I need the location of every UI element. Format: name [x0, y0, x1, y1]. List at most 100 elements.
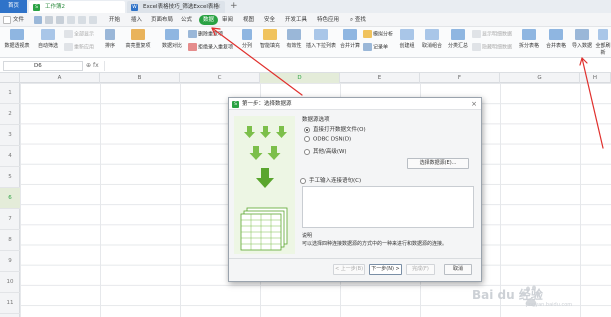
column-header-d[interactable]: D	[260, 73, 340, 83]
menu-formula[interactable]: 公式	[181, 13, 192, 27]
consolidate-button[interactable]: 合并计算	[337, 29, 363, 49]
row-header-3[interactable]: 3	[0, 125, 20, 146]
new-tab-button[interactable]: +	[230, 0, 238, 13]
row-header-5[interactable]: 5	[0, 167, 20, 188]
autofilter-button[interactable]: 自动筛选	[34, 29, 62, 49]
radio-manual-connection[interactable]	[300, 177, 306, 184]
menu-special[interactable]: 特色应用	[317, 13, 339, 27]
split-column-button[interactable]: 分列	[238, 29, 256, 49]
subtotal-label: 分类汇总	[447, 43, 468, 49]
column-header-c[interactable]: C	[180, 73, 260, 83]
search-box[interactable]: ⌕ 查找	[350, 13, 366, 27]
fill-label: 智能填充	[259, 43, 280, 49]
option-odbc[interactable]: ODBC DSN(D)	[304, 136, 351, 143]
hide-detail-label: 隐藏明细数据	[482, 44, 513, 51]
subtotal-button[interactable]: 分类汇总	[445, 29, 471, 49]
dialog-title-bar: S 第一步：选择数据源 ×	[229, 98, 481, 110]
redo-icon[interactable]	[78, 16, 86, 24]
row-header-11[interactable]: 11	[0, 293, 20, 314]
import-data-button[interactable]: 导入数据	[571, 29, 593, 49]
highlight-duplicates-button[interactable]: 高亮重复项	[121, 29, 155, 49]
tab-workbook[interactable]: S 工作簿2	[29, 1, 125, 13]
fill-icon	[263, 29, 277, 40]
menu-developer[interactable]: 开发工具	[285, 13, 307, 27]
tab-close-icon[interactable]: ×	[216, 1, 221, 13]
ungroup-button[interactable]: 取消组合	[419, 29, 445, 49]
option-odbc-label: ODBC DSN(D)	[313, 136, 352, 143]
option-open-file[interactable]: 直接打开数据文件(O)	[304, 125, 366, 133]
save-icon[interactable]	[34, 16, 42, 24]
column-header-b[interactable]: B	[100, 73, 180, 83]
row-header-1[interactable]: 1	[0, 83, 20, 104]
zoom-icon[interactable]: ⊕	[86, 62, 91, 69]
option-manual-connection[interactable]: 手工输入连接语句(C)	[300, 176, 361, 184]
record-form-button[interactable]: 记录单	[363, 43, 388, 51]
tab-home[interactable]: 首页	[0, 0, 27, 13]
sort-button[interactable]: 排序	[102, 29, 118, 49]
refresh-all-button[interactable]: 全部刷新	[594, 29, 611, 56]
menu-view[interactable]: 视图	[243, 13, 254, 27]
menu-home[interactable]: 开始	[109, 13, 120, 27]
hide-detail-button[interactable]: 隐藏明细数据	[472, 43, 512, 51]
what-if-analysis-button[interactable]: 模拟分析	[363, 30, 393, 38]
show-all-button[interactable]: 全部显示	[64, 30, 94, 38]
watermark-sub: jingyan.baidu.com	[526, 302, 573, 308]
reject-duplicates-button[interactable]: 拒绝录入重复项	[188, 43, 233, 51]
menu-file[interactable]: 文件	[13, 13, 24, 27]
menu-review[interactable]: 审阅	[222, 13, 233, 27]
menu-data[interactable]: 数据	[199, 15, 219, 25]
row-header-2[interactable]: 2	[0, 104, 20, 125]
menu-icon[interactable]	[3, 16, 11, 24]
record-label: 记录单	[373, 44, 389, 51]
dialog-close-icon[interactable]: ×	[471, 98, 477, 110]
column-header-e[interactable]: E	[340, 73, 420, 83]
insert-dropdown-button[interactable]: 插入下拉列表	[305, 29, 337, 49]
previous-step-button[interactable]: < 上一步(B)	[333, 264, 365, 275]
menu-insert[interactable]: 插入	[131, 13, 142, 27]
name-box[interactable]: D6	[3, 61, 83, 71]
row-header-6[interactable]: 6	[0, 188, 20, 209]
smart-fill-button[interactable]: 智能填充	[257, 29, 283, 49]
select-all-corner[interactable]	[0, 73, 20, 83]
choose-data-source-button[interactable]: 选择数据源(E)...	[407, 158, 469, 169]
row-header-10[interactable]: 10	[0, 272, 20, 293]
row-header-8[interactable]: 8	[0, 230, 20, 251]
column-header-g[interactable]: G	[500, 73, 580, 83]
next-step-button[interactable]: 下一步(N) >	[369, 264, 402, 275]
more-icon[interactable]	[89, 16, 97, 24]
option-advanced[interactable]: 其他/高级(W)	[304, 147, 347, 155]
print-icon[interactable]	[45, 16, 53, 24]
row-header-7[interactable]: 7	[0, 209, 20, 230]
pivot-table-button[interactable]: 数据透视表	[2, 29, 32, 49]
row-header-4[interactable]: 4	[0, 146, 20, 167]
row-header-9[interactable]: 9	[0, 251, 20, 272]
column-header-h[interactable]: H	[580, 73, 611, 83]
undo-icon[interactable]	[67, 16, 75, 24]
preview-icon[interactable]	[56, 16, 64, 24]
radio-advanced[interactable]	[304, 148, 310, 155]
highlight-icon	[131, 29, 145, 40]
column-header-a[interactable]: A	[20, 73, 100, 83]
menu-page-layout[interactable]: 页面布局	[151, 13, 173, 27]
formula-input[interactable]	[104, 61, 604, 71]
menu-security[interactable]: 安全	[264, 13, 275, 27]
cancel-button[interactable]: 取消	[444, 264, 472, 275]
validity-button[interactable]: 有效性	[283, 29, 305, 49]
tab-web-article[interactable]: W Excel表格技巧_筛选Excel表格 ×	[127, 1, 225, 13]
pivot-table-label: 数据透视表	[4, 43, 30, 49]
merge-table-button[interactable]: 合并表格	[542, 29, 570, 49]
reapply-button[interactable]: 重新应用	[64, 43, 94, 51]
connection-statement-textarea[interactable]	[302, 186, 474, 228]
radio-odbc[interactable]	[304, 136, 310, 142]
column-header-f[interactable]: F	[420, 73, 500, 83]
finish-button[interactable]: 完成(F)	[406, 264, 435, 275]
delete-duplicates-button[interactable]: 删除重复项	[188, 30, 223, 38]
radio-open-file[interactable]	[304, 126, 310, 133]
fx-icon[interactable]: fx	[93, 62, 99, 69]
show-detail-button[interactable]: 显示明细数据	[472, 30, 512, 38]
formula-icons: ⊕ fx	[86, 60, 99, 71]
data-compare-button[interactable]: 数据对比	[157, 29, 187, 49]
create-group-button[interactable]: 创建组	[395, 29, 419, 49]
split-label: 分列	[241, 43, 252, 49]
split-table-button[interactable]: 拆分表格	[517, 29, 541, 49]
